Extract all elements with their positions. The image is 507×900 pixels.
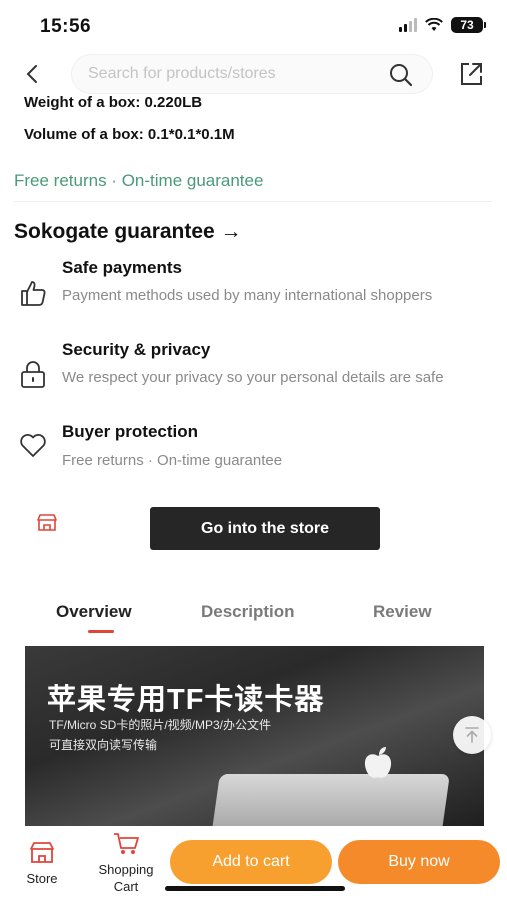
buy-now-button[interactable]: Buy now (338, 840, 500, 884)
banner-title: 苹果专用TF卡读卡器 (47, 684, 325, 716)
spec-weight: Weight of a box: 0.220LB (24, 94, 203, 111)
tab-description[interactable]: Description (201, 602, 295, 622)
search-input[interactable]: Search for products/stores (72, 55, 432, 93)
share-button[interactable] (457, 60, 485, 88)
apple-logo-icon (364, 747, 392, 778)
store-icon[interactable] (36, 514, 58, 532)
cart-label: Cart (113, 879, 139, 894)
product-banner-image: 苹果专用TF卡读卡器 TF/Micro SD卡的照片/视频/MP3/办公文件 可… (25, 646, 484, 826)
store-label: Store (26, 871, 58, 886)
tab-overview[interactable]: Overview (56, 602, 132, 622)
back-to-top-button[interactable] (453, 716, 491, 754)
shopping-cart-button[interactable]: Shopping Cart (88, 832, 164, 895)
lock-icon (21, 361, 45, 388)
battery-icon: 73 (451, 17, 486, 33)
tab-bar: Overview Description Review (0, 598, 507, 638)
arrow-up-icon (465, 727, 479, 743)
back-button[interactable] (18, 60, 46, 88)
guarantee-title: Buyer protection (62, 422, 199, 441)
status-time: 15:56 (40, 16, 92, 37)
thumbs-up-icon (21, 281, 46, 306)
card-reader-image (210, 774, 450, 826)
spec-volume: Volume of a box: 0.1*0.1*0.1M (24, 126, 235, 143)
guarantee-title: Security & privacy (62, 340, 211, 359)
share-icon (461, 63, 482, 85)
guarantee-desc: Payment methods used by many internation… (62, 287, 433, 304)
tab-review[interactable]: Review (373, 602, 432, 622)
banner-subtitle: 可直接双向读写传输 (49, 738, 158, 752)
signal-icon (399, 18, 417, 32)
search-placeholder: Search for products/stores (88, 65, 276, 82)
guarantee-desc: Free returns · On-time guarantee (62, 452, 283, 469)
returns-guarantee-text: Free returns · On-time guarantee (14, 171, 264, 190)
tab-active-indicator (88, 630, 114, 633)
status-bar: 15:56 73 (0, 0, 507, 50)
guarantee-desc: We respect your privacy so your personal… (62, 369, 444, 386)
go-into-store-button[interactable]: Go into the store (150, 507, 380, 550)
store-icon (30, 842, 54, 863)
nav-bar: Search for products/stores (0, 52, 507, 96)
battery-level: 73 (460, 18, 474, 32)
search-icon[interactable] (388, 62, 414, 88)
store-tab-button[interactable]: Store (20, 842, 64, 886)
guarantee-link[interactable]: Sokogate guarantee → (14, 220, 242, 244)
wifi-icon (425, 18, 443, 31)
divider (14, 201, 492, 202)
chevron-left-icon (26, 65, 37, 83)
status-icons: 73 (399, 17, 486, 33)
add-to-cart-button[interactable]: Add to cart (170, 840, 332, 884)
banner-subtitle: TF/Micro SD卡的照片/视频/MP3/办公文件 (49, 718, 272, 732)
heart-icon (20, 434, 46, 457)
guarantee-title: Safe payments (62, 258, 182, 277)
cart-icon (114, 833, 139, 854)
cart-label: Shopping (98, 862, 154, 877)
home-indicator (165, 886, 345, 891)
